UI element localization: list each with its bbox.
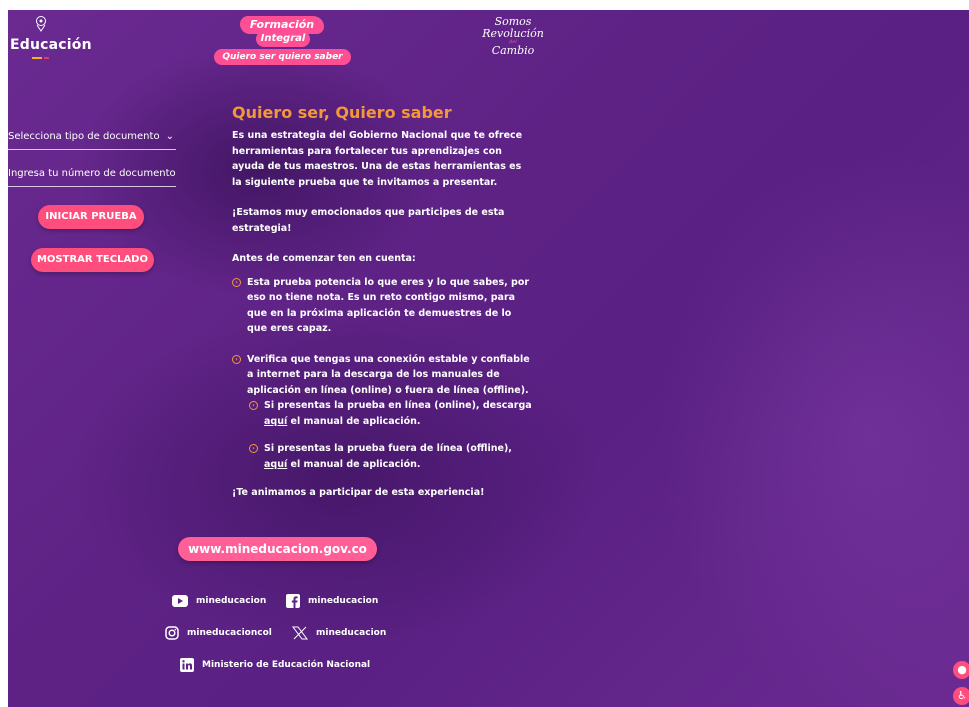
document-type-select[interactable]: Selecciona tipo de documento ⌄ xyxy=(8,125,176,150)
x-link[interactable]: mineducacion xyxy=(292,624,386,642)
education-logo-label: Educación xyxy=(10,37,92,53)
revolucion-logo-line4: Cambio xyxy=(491,44,535,57)
list-item-text: Esta prueba potencia lo que eres y lo qu… xyxy=(247,276,530,335)
accessibility-button[interactable]: ♿ xyxy=(953,687,969,705)
coat-of-arms-icon xyxy=(36,16,46,32)
closing-paragraph: ¡Te animamos a participar de esta experi… xyxy=(232,487,485,498)
main-content: Quiero ser, Quiero saber Es una estrateg… xyxy=(232,103,532,501)
youtube-handle: mineducacion xyxy=(196,596,267,606)
online-manual-link[interactable]: aquí xyxy=(264,416,287,427)
sub-list-item: › Si presentas la prueba fuera de línea … xyxy=(249,441,532,472)
linkedin-label: Ministerio de Educación Nacional xyxy=(202,660,371,670)
formacion-logo-line3: Quiero ser quiero saber xyxy=(214,49,351,65)
list-item: › Verifica que tengas una conexión estab… xyxy=(232,352,532,399)
formacion-integral-logo: Formación Integral Quiero ser quiero sab… xyxy=(214,14,354,65)
list-item-text: Verifica que tengas una conexión estable… xyxy=(247,353,530,396)
list-item: › Esta prueba potencia lo que eres y lo … xyxy=(232,275,532,337)
sub-item-text-pre: Si presentas la prueba en línea (online)… xyxy=(264,400,532,411)
instagram-icon xyxy=(165,625,179,640)
somos-revolucion-logo: Somos Revolución del Cambio xyxy=(478,16,548,64)
intro-paragraph: Es una estrategia del Gobierno Nacional … xyxy=(232,130,523,188)
x-icon xyxy=(292,626,308,639)
chat-bubble-button[interactable]: ● xyxy=(953,661,969,679)
start-test-button[interactable]: INICIAR PRUEBA xyxy=(38,205,144,229)
facebook-handle: mineducacion xyxy=(308,596,379,606)
document-type-placeholder: Selecciona tipo de documento xyxy=(8,131,160,142)
arrow-circle-icon: › xyxy=(232,277,241,287)
excited-paragraph: ¡Estamos muy emocionados que participes … xyxy=(232,207,505,234)
logo-underline-red xyxy=(44,57,49,59)
chat-icon: ● xyxy=(957,663,967,676)
arrow-circle-icon: › xyxy=(249,444,258,453)
show-keyboard-button[interactable]: MOSTRAR TECLADO xyxy=(31,248,154,272)
formacion-logo-line2: Integral xyxy=(256,31,310,47)
facebook-link[interactable]: mineducacion xyxy=(286,592,378,610)
sub-item-text-post: el manual de aplicación. xyxy=(287,458,421,470)
chevron-down-icon: ⌄ xyxy=(165,131,174,142)
arrow-circle-icon: › xyxy=(249,401,258,410)
logo-underline-yellow xyxy=(32,57,42,59)
arrow-circle-icon: › xyxy=(232,354,241,364)
sub-list-item: › Si presentas la prueba en línea (onlin… xyxy=(249,398,532,429)
sub-item-text-post: el manual de aplicación. xyxy=(287,415,421,427)
instagram-link[interactable]: mineducacioncol xyxy=(165,624,272,642)
youtube-icon xyxy=(172,594,188,607)
sub-item-text-pre: Si presentas la prueba fuera de línea (o… xyxy=(264,443,512,454)
x-handle: mineducacion xyxy=(316,628,387,638)
page-title: Quiero ser, Quiero saber xyxy=(232,103,452,122)
facebook-icon xyxy=(286,593,300,608)
document-number-input[interactable]: Ingresa tu número de documento xyxy=(8,162,176,187)
accessibility-icon: ♿ xyxy=(957,689,967,702)
document-number-placeholder: Ingresa tu número de documento xyxy=(8,168,176,179)
linkedin-link[interactable]: Ministerio de Educación Nacional xyxy=(180,656,370,674)
linkedin-icon xyxy=(180,657,194,672)
instagram-handle: mineducacioncol xyxy=(187,628,272,638)
before-start-heading: Antes de comenzar ten en cuenta: xyxy=(232,253,416,264)
offline-manual-link[interactable]: aquí xyxy=(264,459,287,470)
youtube-link[interactable]: mineducacion xyxy=(172,592,266,610)
website-link[interactable]: www.mineducacion.gov.co xyxy=(178,537,377,561)
page-stage: Educación Formación Integral Quiero ser … xyxy=(8,10,969,707)
